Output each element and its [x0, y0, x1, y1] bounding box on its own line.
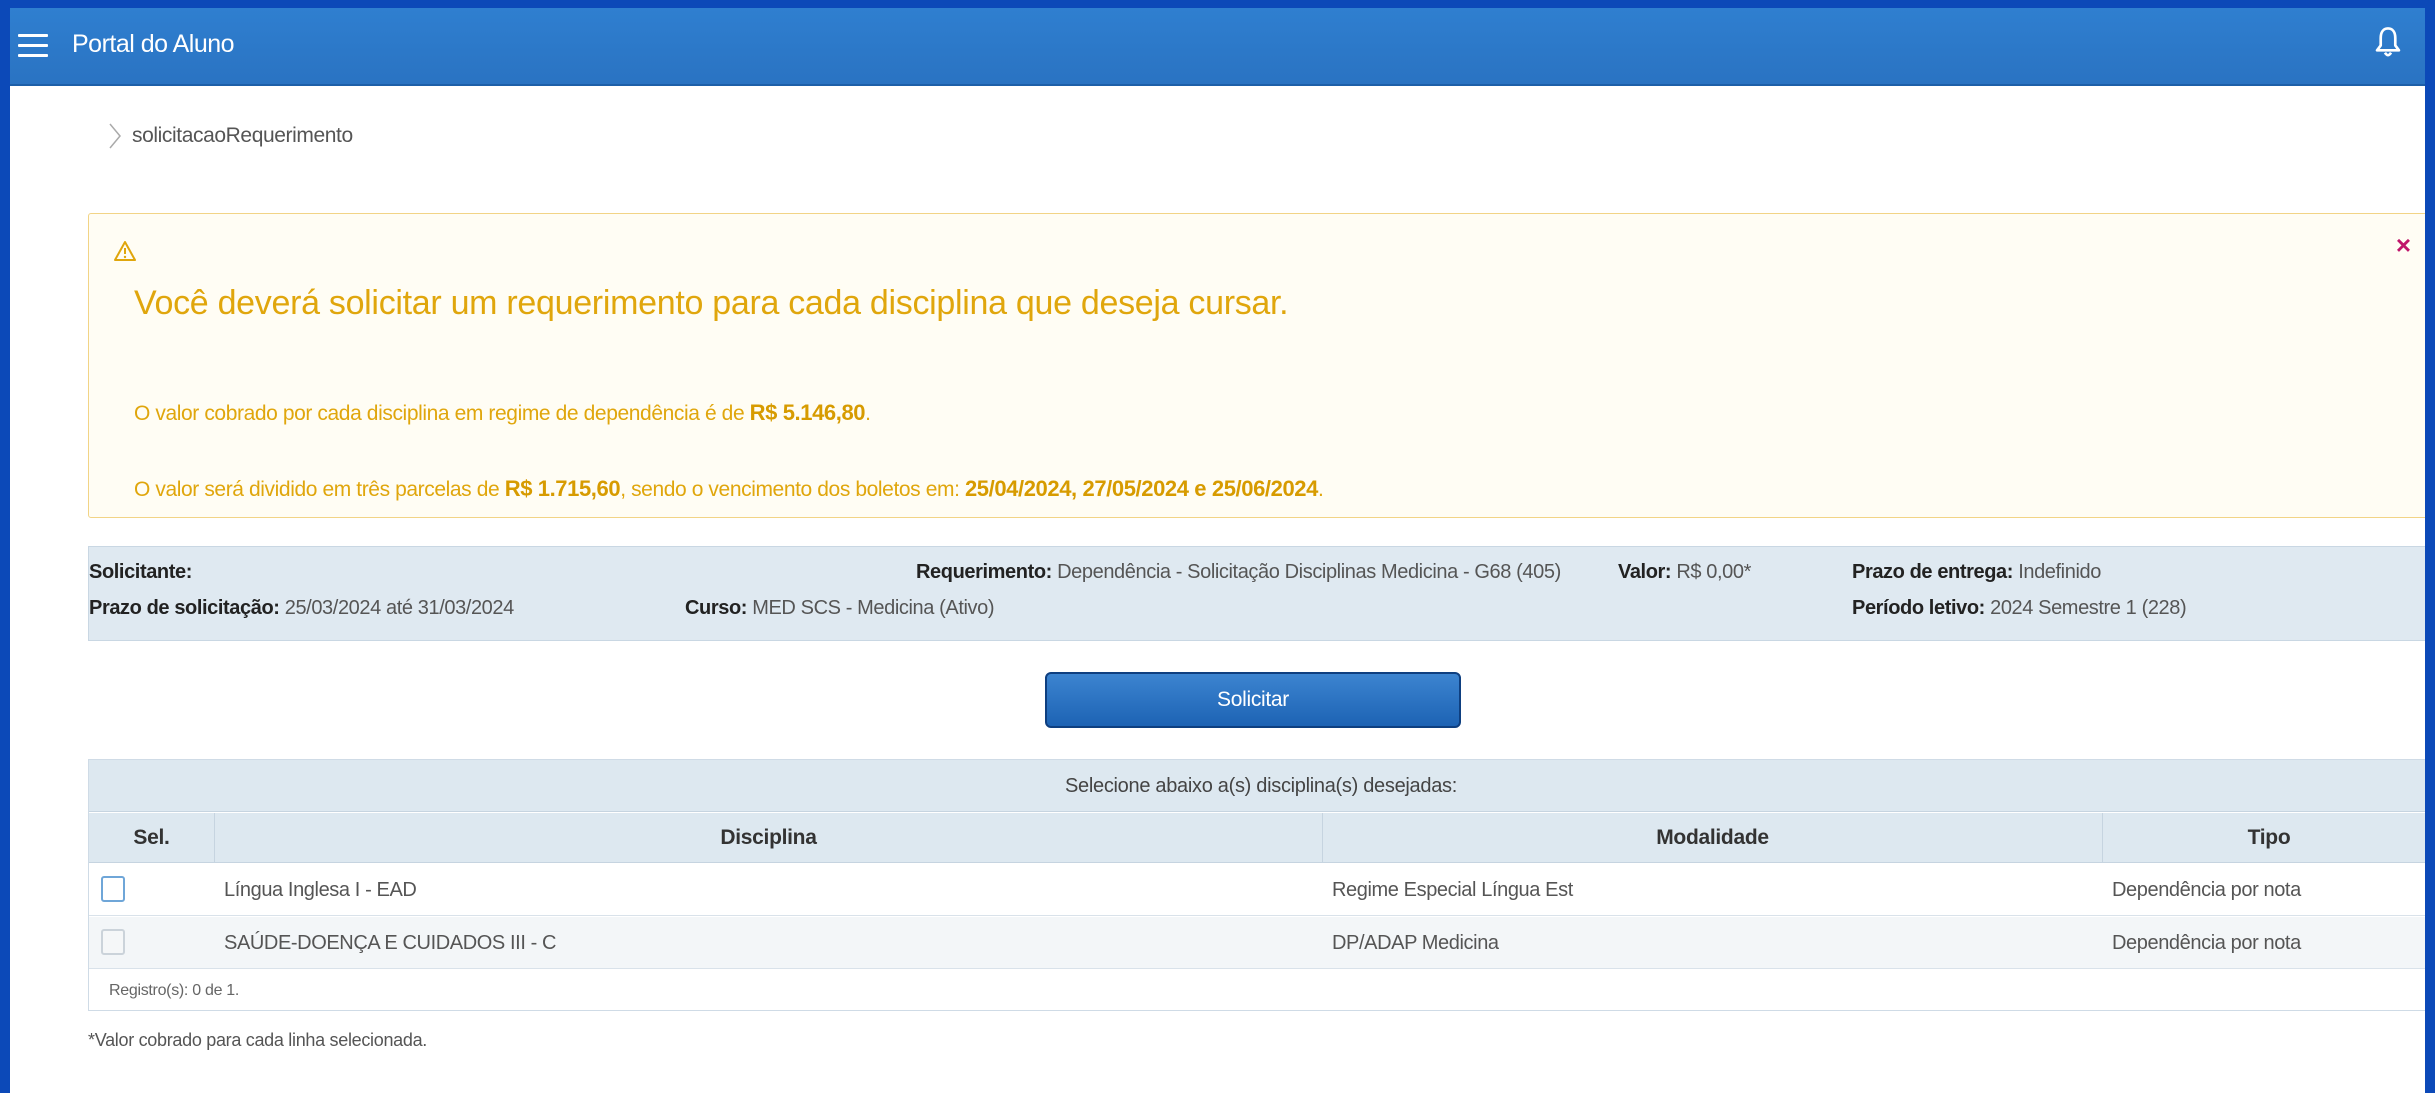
alert-line-parcelas: O valor será dividido em três parcelas d…: [134, 476, 1324, 502]
alert-line2-mid: , sendo o vencimento dos boletos em:: [620, 478, 965, 501]
info-curso-value: MED SCS - Medicina (Ativo): [752, 597, 995, 619]
info-valor-label: Valor: [1618, 561, 1665, 583]
alert-heading: Você deverá solicitar um requerimento pa…: [134, 284, 1289, 322]
info-curso: Curso: MED SCS - Medicina (Ativo): [685, 597, 995, 619]
table-row[interactable]: SAÚDE-DOENÇA E CUIDADOS III - C DP/ADAP …: [89, 917, 2425, 969]
bell-icon[interactable]: [2373, 26, 2403, 60]
info-prazo-solicitacao-label: Prazo de solicitação: [89, 597, 274, 619]
close-alert-button[interactable]: ×: [2396, 230, 2411, 261]
info-valor-value: R$ 0,00*: [1676, 561, 1751, 583]
cell-modalidade: DP/ADAP Medicina: [1332, 932, 1499, 954]
column-header-modalidade[interactable]: Modalidade: [1322, 813, 2102, 863]
info-prazo-entrega: Prazo de entrega: Indefinido: [1852, 561, 2101, 583]
info-valor: Valor: R$ 0,00*: [1618, 561, 1751, 583]
info-solicitante-label: Solicitante: [89, 561, 186, 583]
info-prazo-entrega-label: Prazo de entrega: [1852, 561, 2007, 583]
hamburger-menu-icon[interactable]: [18, 34, 48, 58]
table-caption: Selecione abaixo a(s) disciplina(s) dese…: [89, 760, 2425, 812]
warning-alert: × Você deverá solicitar um requerimento …: [88, 213, 2425, 518]
alert-line2-suffix: .: [1317, 478, 1324, 501]
alert-line2-value: R$ 1.715,60: [504, 476, 621, 501]
request-info-panel: Solicitante: Prazo de solicitação: 25/03…: [88, 546, 2425, 641]
row-select-checkbox-disabled: [101, 929, 125, 955]
info-solicitante: Solicitante:: [89, 561, 192, 583]
info-prazo-solicitacao: Prazo de solicitação: 25/03/2024 até 31/…: [89, 597, 515, 619]
info-periodo-value: 2024 Semestre 1 (228): [1990, 597, 2187, 619]
app-title: Portal do Aluno: [72, 30, 235, 58]
info-periodo-letivo: Período letivo: 2024 Semestre 1 (228): [1852, 597, 2187, 619]
column-header-disciplina[interactable]: Disciplina: [214, 813, 1322, 863]
info-prazo-entrega-value: Indefinido: [2018, 561, 2101, 583]
cell-tipo: Dependência por nota: [2112, 932, 2301, 954]
info-requerimento-value: Dependência - Solicitação Disciplinas Me…: [1057, 561, 1561, 583]
info-prazo-solicitacao-value: 25/03/2024 até 31/03/2024: [284, 597, 515, 619]
cell-modalidade: Regime Especial Língua Est: [1332, 879, 1573, 901]
column-header-sel[interactable]: Sel.: [89, 813, 214, 863]
alert-line1-prefix: O valor cobrado por cada disciplina em r…: [134, 402, 750, 425]
alert-line2-dates: 25/04/2024, 27/05/2024 e 25/06/2024: [964, 476, 1318, 501]
footnote: *Valor cobrado para cada linha seleciona…: [88, 1030, 428, 1050]
records-count: Registro(s): 0 de 1.: [109, 982, 240, 999]
alert-line1-suffix: .: [865, 402, 871, 425]
cell-disciplina: Língua Inglesa I - EAD: [224, 879, 417, 901]
table-row[interactable]: Língua Inglesa I - EAD Regime Especial L…: [89, 864, 2425, 916]
alert-line-valor: O valor cobrado por cada disciplina em r…: [134, 400, 871, 426]
info-requerimento: Requerimento: Dependência - Solicitação …: [916, 561, 1561, 583]
alert-line2-prefix: O valor será dividido em três parcelas d…: [134, 478, 505, 501]
cell-tipo: Dependência por nota: [2112, 879, 2301, 901]
warning-icon: [114, 241, 136, 261]
row-select-checkbox[interactable]: [101, 876, 125, 902]
cell-disciplina: SAÚDE-DOENÇA E CUIDADOS III - C: [224, 932, 557, 954]
table-header: Sel. Disciplina Modalidade Tipo: [89, 813, 2425, 863]
top-navbar: Portal do Aluno: [10, 8, 2425, 86]
info-requerimento-label: Requerimento: [916, 561, 1046, 583]
info-periodo-label: Período letivo: [1852, 597, 1979, 619]
solicitar-button[interactable]: Solicitar: [1045, 672, 1461, 728]
breadcrumb-current[interactable]: solicitacaoRequerimento: [132, 124, 353, 148]
info-curso-label: Curso: [685, 597, 741, 619]
breadcrumb-chevron-icon: [109, 123, 121, 149]
disciplinas-table: Selecione abaixo a(s) disciplina(s) dese…: [88, 759, 2425, 1011]
column-header-tipo[interactable]: Tipo: [2102, 813, 2425, 863]
page: Portal do Aluno solicitacaoRequerimento …: [10, 8, 2425, 1093]
alert-line1-value: R$ 5.146,80: [749, 400, 866, 425]
